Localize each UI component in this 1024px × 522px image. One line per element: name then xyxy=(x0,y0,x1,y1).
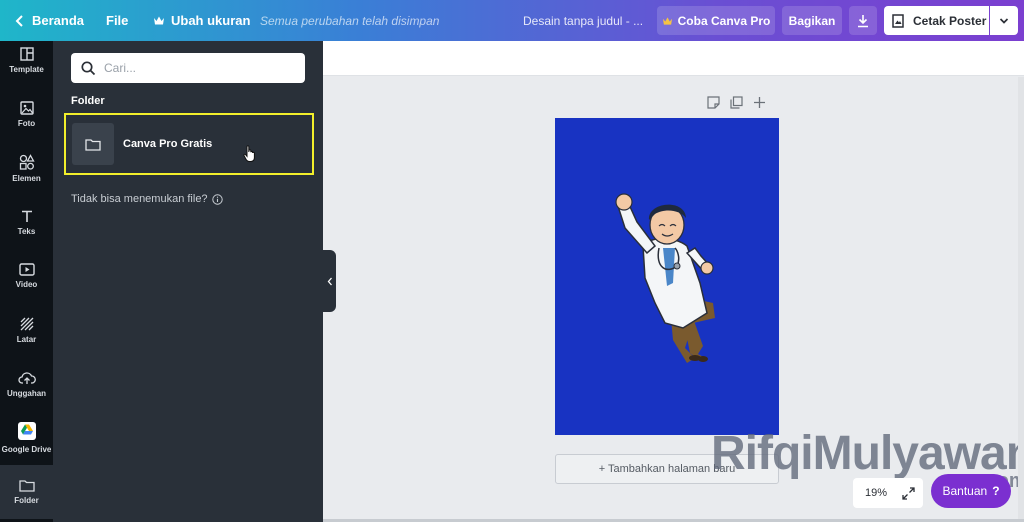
chevron-left-icon xyxy=(327,277,332,285)
rail-label-text: Teks xyxy=(17,226,36,236)
print-poster-label: Cetak Poster xyxy=(913,13,987,28)
photo-icon xyxy=(19,100,34,115)
rail-label-folder: Folder xyxy=(14,496,39,505)
poster-icon xyxy=(892,13,904,28)
video-icon xyxy=(18,263,35,276)
resize-label: Ubah ukuran xyxy=(171,13,251,28)
rail-label-upload: Unggahan xyxy=(6,388,47,398)
rail-label-template: Template xyxy=(9,64,44,74)
background-icon xyxy=(20,317,33,330)
folder-icon xyxy=(85,138,101,151)
download-button[interactable] xyxy=(849,6,877,35)
home-label: Beranda xyxy=(32,13,85,28)
rail-item-text[interactable]: Teks xyxy=(0,195,53,249)
share-label: Bagikan xyxy=(788,13,836,28)
zoom-level: 19% xyxy=(865,487,888,499)
print-poster-button[interactable]: Cetak Poster xyxy=(884,6,989,35)
rail-label-google-drive: Google Drive xyxy=(1,445,52,454)
info-icon xyxy=(211,193,223,205)
template-icon xyxy=(19,46,34,61)
try-pro-button[interactable]: Coba Canva Pro xyxy=(657,6,775,35)
help-label: Bantuan xyxy=(942,484,988,498)
note-icon[interactable] xyxy=(707,96,720,109)
chevron-down-icon xyxy=(999,17,1009,24)
share-button[interactable]: Bagikan xyxy=(782,6,842,35)
folder-panel: Cari... Folder Canva Pro Gratis Tidak bi… xyxy=(53,41,323,522)
folder-icon xyxy=(18,480,35,492)
cannot-find-files-text: Tidak bisa menemukan file? xyxy=(71,193,208,205)
search-input[interactable]: Cari... xyxy=(71,53,305,83)
folder-heading: Folder xyxy=(71,95,105,107)
vertical-scrollbar[interactable] xyxy=(1018,77,1024,522)
zoom-control[interactable]: 19% xyxy=(853,478,923,508)
canvas-area: + Tambahkan halaman baru RifqiMulyawan .… xyxy=(323,41,1024,522)
page-tools xyxy=(707,96,776,109)
help-question-icon: ? xyxy=(992,484,1000,498)
add-page-icon[interactable] xyxy=(753,96,766,109)
elements-icon xyxy=(19,153,35,170)
rail-label-video: Video xyxy=(15,280,38,289)
text-icon xyxy=(21,210,32,222)
google-drive-icon xyxy=(17,422,36,440)
search-icon xyxy=(81,60,96,75)
hand-cursor-icon xyxy=(243,145,255,162)
collapse-panel-button[interactable] xyxy=(323,250,336,312)
rail-item-template[interactable]: Template xyxy=(0,33,53,87)
rail-label-elements: Elemen xyxy=(12,173,41,183)
download-icon xyxy=(858,14,868,27)
add-new-page-button[interactable]: + Tambahkan halaman baru xyxy=(555,454,779,484)
side-rail: Template Foto Elemen Teks Video Latar Un… xyxy=(0,41,53,522)
search-placeholder: Cari... xyxy=(104,61,137,75)
cannot-find-files-link[interactable]: Tidak bisa menemukan file? xyxy=(71,193,223,205)
rail-item-background[interactable]: Latar xyxy=(0,303,53,357)
rail-item-elements[interactable]: Elemen xyxy=(0,141,53,195)
folder-name: Canva Pro Gratis xyxy=(123,138,213,150)
help-button[interactable]: Bantuan ? xyxy=(931,474,1011,508)
try-pro-label: Coba Canva Pro xyxy=(677,13,771,28)
saved-status: Semua perubahan telah disimpan xyxy=(260,13,440,28)
doctor-illustration[interactable] xyxy=(555,118,779,435)
folder-item-canva-pro-gratis[interactable]: Canva Pro Gratis xyxy=(64,113,314,175)
rail-label-background: Latar xyxy=(16,334,37,344)
expand-icon[interactable] xyxy=(902,486,915,500)
rail-label-photo: Foto xyxy=(17,118,36,128)
rail-item-photo[interactable]: Foto xyxy=(0,87,53,141)
document-title[interactable]: Desain tanpa judul - ... xyxy=(523,0,643,41)
file-label: File xyxy=(106,13,129,28)
rail-item-folder[interactable]: Folder xyxy=(0,465,53,519)
file-menu[interactable]: File xyxy=(106,0,128,41)
chevron-left-icon xyxy=(15,14,23,27)
rail-item-google-drive[interactable]: Google Drive xyxy=(0,411,53,465)
crown-icon xyxy=(662,16,672,25)
duplicate-page-icon[interactable] xyxy=(730,96,743,109)
upload-icon xyxy=(17,371,36,384)
rail-item-video[interactable]: Video xyxy=(0,249,53,303)
top-bar: Beranda File Ubah ukuran Semua perubahan… xyxy=(0,0,1024,41)
folder-thumbnail xyxy=(72,123,114,165)
design-page[interactable] xyxy=(555,118,779,435)
rail-item-upload[interactable]: Unggahan xyxy=(0,357,53,411)
crown-icon xyxy=(154,16,164,25)
print-options-button[interactable] xyxy=(990,6,1018,35)
resize-button[interactable]: Ubah ukuran xyxy=(153,0,250,41)
canvas-toolbar xyxy=(323,41,1024,76)
